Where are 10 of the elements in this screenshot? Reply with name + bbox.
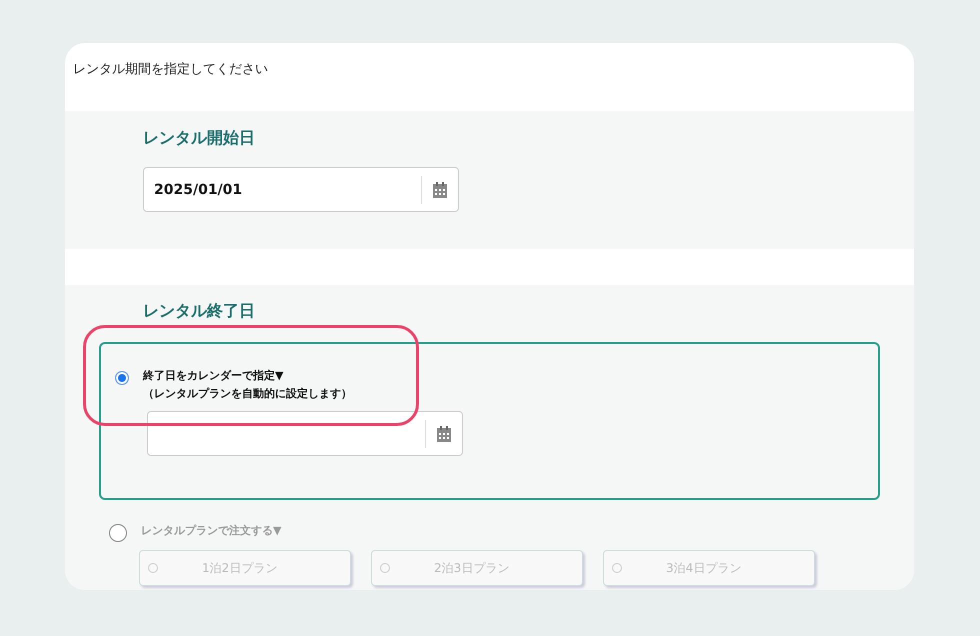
calendar-icon[interactable] — [432, 180, 448, 198]
option-label: 終了日をカレンダーで指定▼ （レンタルプランを自動的に設定します） — [143, 368, 352, 402]
option-label: レンタルプランで注文する▼ — [141, 523, 282, 539]
section-heading: レンタル終了日 — [143, 301, 256, 322]
date-field[interactable] — [147, 411, 463, 456]
calendar-icon[interactable] — [436, 424, 452, 442]
date-field[interactable]: 2025/01/01 — [143, 167, 459, 212]
radio-button[interactable] — [115, 371, 129, 385]
page-title: レンタル期間を指定してください — [72, 61, 269, 79]
section-heading: レンタル開始日 — [143, 128, 256, 149]
